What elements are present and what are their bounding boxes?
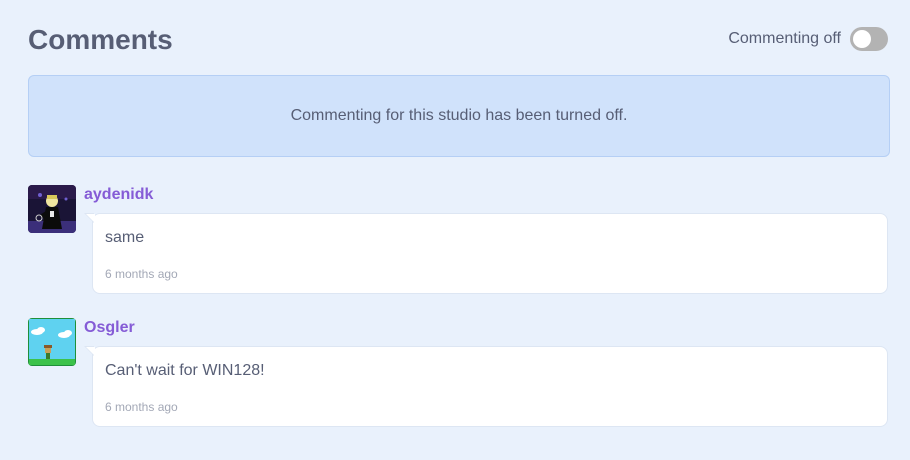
avatar[interactable] [28,185,76,233]
page-title: Comments [28,24,173,55]
comment-text: same [105,229,145,246]
comment-bubble: same 6 months ago [84,213,888,294]
dark-character-avatar-icon [28,185,76,233]
comment-timestamp: 6 months ago [105,400,178,414]
toggle-knob [853,30,871,48]
comments-header: Comments Commenting off [28,0,888,78]
comment-timestamp: 6 months ago [105,267,178,281]
comment-bubble: Can't wait for WIN128! 6 months ago [84,346,888,427]
commenting-toggle[interactable] [850,27,888,51]
comment-username[interactable]: Osgler [84,318,135,338]
commenting-off-notice: Commenting for this studio has been turn… [28,75,890,157]
commenting-toggle-label: Commenting off [728,30,841,47]
comment-username[interactable]: aydenidk [84,185,153,205]
comment-text: Can't wait for WIN128! [105,362,265,379]
avatar[interactable] [28,318,76,366]
sky-scene-avatar-icon [28,318,76,366]
commenting-toggle-group: Commenting off [728,27,888,51]
